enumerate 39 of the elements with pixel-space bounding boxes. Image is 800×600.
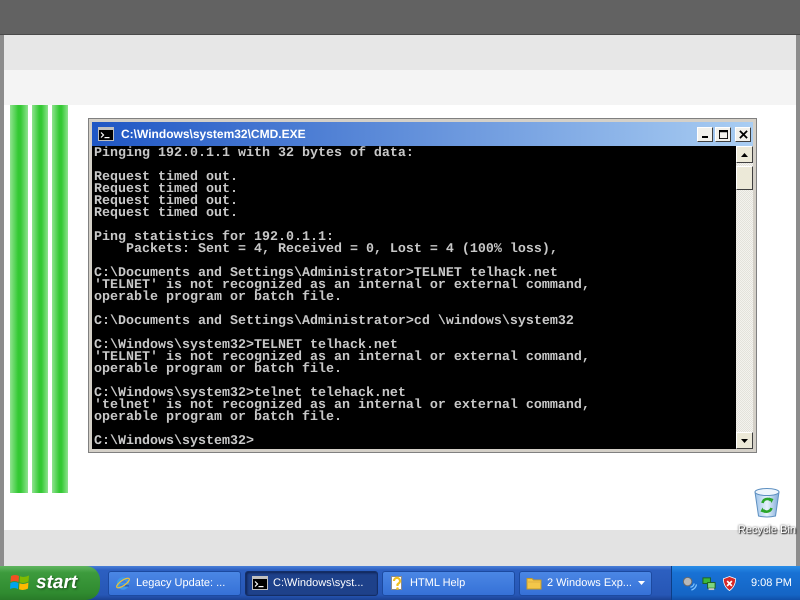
console-line: operable program or batch file. xyxy=(94,412,343,424)
scroll-up-button[interactable] xyxy=(736,146,753,163)
close-icon xyxy=(738,130,748,138)
console-line: operable program or batch file. xyxy=(94,364,343,376)
network-icon[interactable] xyxy=(702,576,717,590)
folder-icon xyxy=(526,575,542,591)
console-line: Request timed out. xyxy=(94,208,239,220)
desktop-icon-label[interactable]: Recycle Bin xyxy=(738,524,796,537)
browser-icon xyxy=(115,575,131,591)
taskbar-button[interactable]: Legacy Update: ... xyxy=(108,570,241,596)
maximize-icon xyxy=(718,130,728,138)
console-line: C:\Windows\system32> xyxy=(94,436,255,448)
console-line: C:\Documents and Settings\Administrator>cd \windows\system32 xyxy=(94,316,575,328)
taskbar-button[interactable]: 2 Windows Exp... xyxy=(519,570,652,596)
start-button[interactable]: start xyxy=(0,566,100,600)
signal-icon[interactable] xyxy=(682,576,697,590)
help-icon xyxy=(389,575,405,591)
minimize-button[interactable] xyxy=(697,126,713,142)
recycle-bin-icon[interactable] xyxy=(752,486,782,518)
minimize-icon xyxy=(702,136,708,138)
clock[interactable]: 9:08 PM xyxy=(751,577,792,589)
console-icon xyxy=(98,127,114,141)
close-button[interactable] xyxy=(735,126,751,142)
scrollbar[interactable] xyxy=(736,146,753,449)
taskbar-button[interactable]: HTML Help xyxy=(382,570,515,596)
taskbar-button[interactable]: C:\Windows\syst... xyxy=(245,570,378,596)
console-line: Pinging 192.0.1.1 with 32 bytes of data: xyxy=(94,148,415,160)
triangle-down-icon xyxy=(741,438,748,442)
scroll-down-button[interactable] xyxy=(736,432,753,449)
caret-icon xyxy=(638,581,645,585)
console-icon xyxy=(252,575,268,591)
scrollbar-thumb[interactable] xyxy=(736,166,753,190)
maximize-button[interactable] xyxy=(715,126,731,142)
shield-alert-icon[interactable] xyxy=(722,576,737,590)
console-line: Packets: Sent = 4, Received = 0, Lost = 4 (100% loss), xyxy=(126,244,559,256)
window-title: C:\Windows\system32\CMD.EXE xyxy=(121,127,306,141)
console-line: operable program or batch file. xyxy=(94,292,343,304)
triangle-up-icon xyxy=(741,152,748,156)
windows-flag-icon xyxy=(10,574,30,592)
